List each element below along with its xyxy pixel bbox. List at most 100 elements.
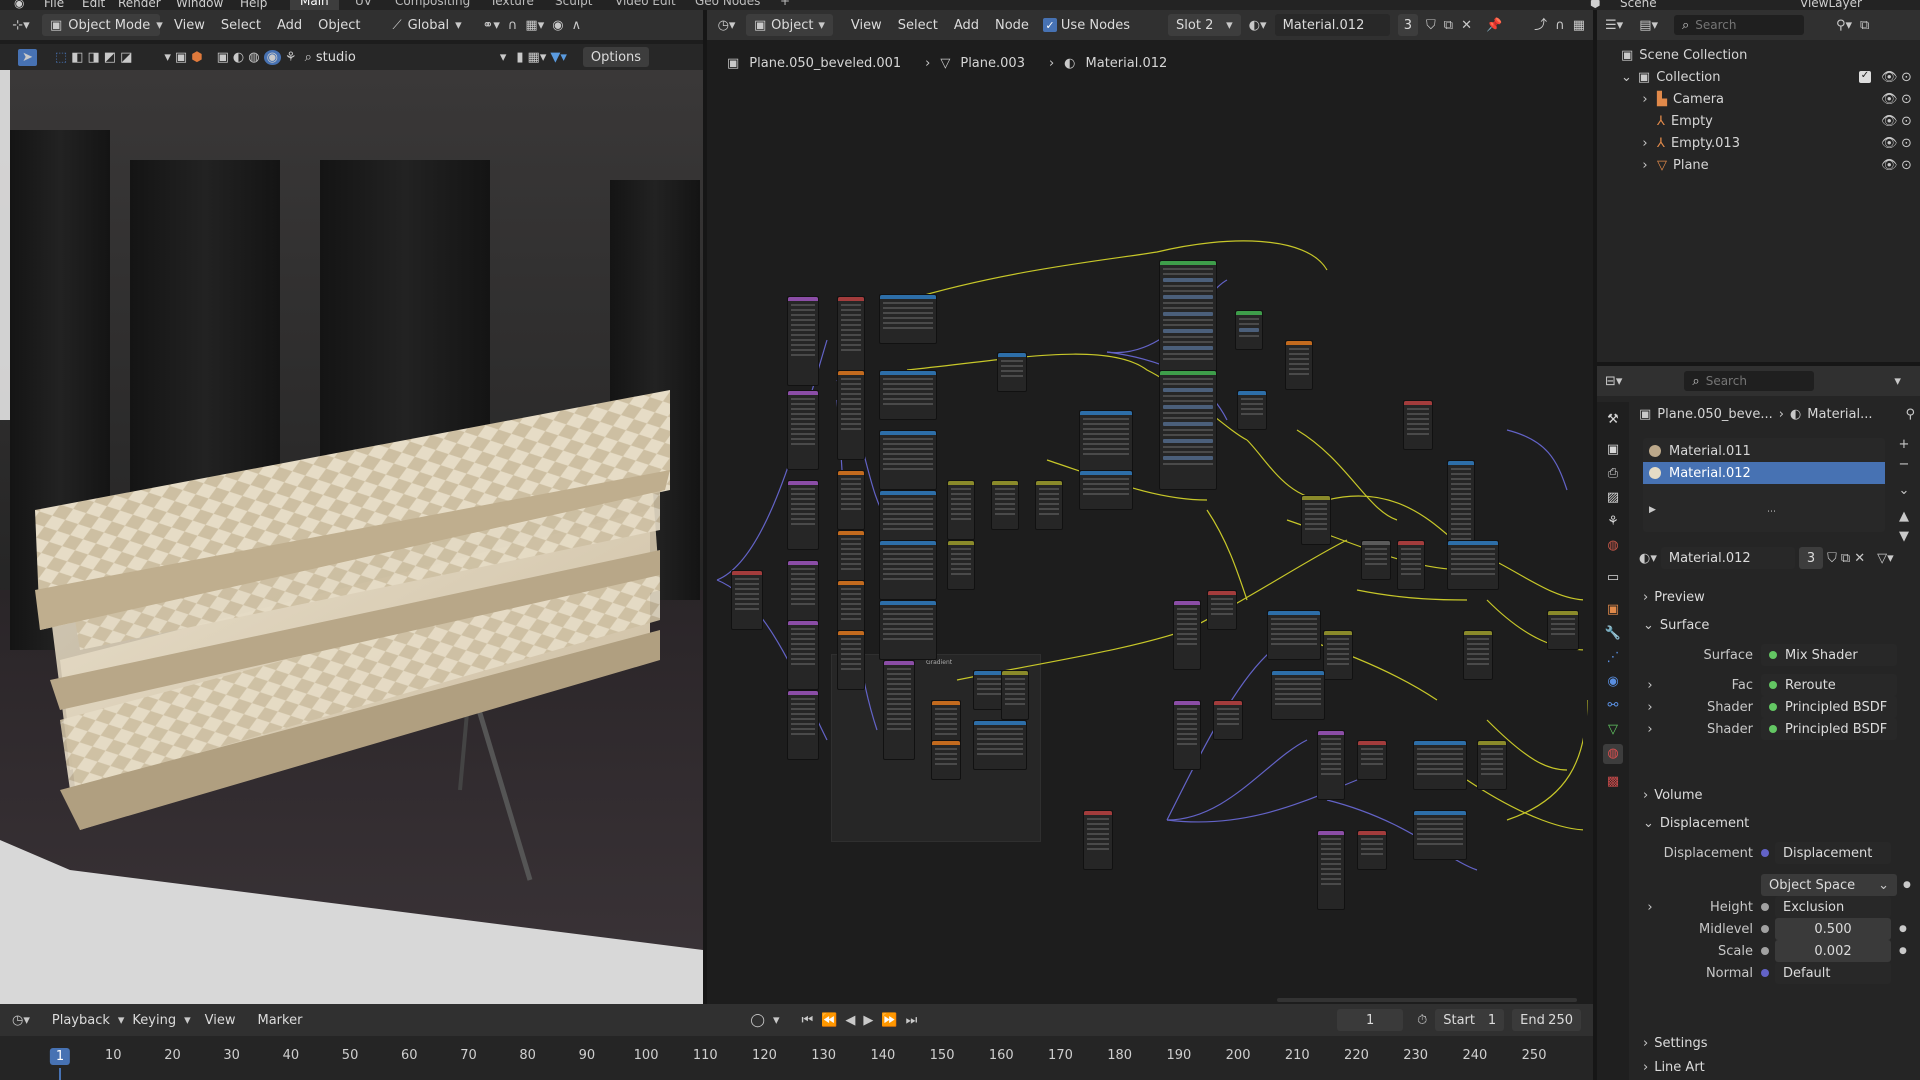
select-extend-icon[interactable]: ◧ bbox=[71, 51, 83, 64]
shader-node[interactable] bbox=[947, 540, 975, 590]
xray-icon[interactable]: ▣ bbox=[217, 51, 229, 64]
outliner-search-input[interactable] bbox=[1695, 18, 1786, 32]
outliner-item[interactable]: › ▽ Plane 👁 ⊙ bbox=[1597, 154, 1920, 176]
eye-icon[interactable]: 👁 bbox=[1881, 137, 1898, 150]
chevron-right-icon[interactable]: › bbox=[1643, 701, 1657, 714]
menu-render[interactable]: Render bbox=[118, 0, 161, 10]
shader-node[interactable] bbox=[1301, 495, 1331, 545]
shader-node[interactable] bbox=[837, 470, 865, 530]
move-up-icon[interactable]: ▲ bbox=[1893, 510, 1915, 530]
shader-node[interactable] bbox=[879, 430, 937, 490]
chevron-right-icon[interactable]: › bbox=[1639, 137, 1651, 150]
camera-render-icon[interactable]: ⊙ bbox=[1901, 159, 1912, 172]
current-frame-field[interactable]: 1 bbox=[1337, 1009, 1404, 1031]
rendered-shading-icon[interactable]: ◍ bbox=[248, 51, 259, 64]
section-line-art[interactable]: › Line Art bbox=[1643, 1056, 1915, 1078]
menu-file[interactable]: File bbox=[44, 0, 64, 10]
shader-node[interactable] bbox=[879, 540, 937, 600]
pivot-icon[interactable]: ⚭▾ bbox=[482, 19, 499, 32]
shader-node[interactable] bbox=[879, 370, 937, 420]
shader-node[interactable] bbox=[1173, 700, 1201, 770]
shader-node[interactable] bbox=[879, 600, 937, 660]
select-box-icon[interactable]: ⬚ bbox=[55, 51, 67, 64]
timeline-editor-icon[interactable]: ◷▾ bbox=[12, 1014, 30, 1027]
tab-sculpt[interactable]: Sculpt bbox=[545, 0, 602, 10]
shader-node[interactable] bbox=[1237, 390, 1267, 430]
select-intersect-icon[interactable]: ◪ bbox=[120, 51, 132, 64]
tab-compositing[interactable]: Compositing bbox=[385, 0, 480, 10]
shader-node[interactable] bbox=[879, 294, 937, 344]
new-collection-icon[interactable]: ⧉ bbox=[1860, 19, 1869, 32]
chevron-down-icon[interactable]: ▾ bbox=[773, 1014, 780, 1027]
overlay-icon[interactable]: ◉ bbox=[263, 49, 281, 65]
shader-node[interactable] bbox=[1285, 340, 1313, 390]
keyframe-dot-icon[interactable]: ● bbox=[1899, 924, 1907, 934]
outliner-collection[interactable]: ⌄ ▣ Collection ✓ 👁 ⊙ bbox=[1597, 66, 1920, 88]
snap-icon[interactable]: ∩ bbox=[1555, 19, 1565, 32]
menu-object[interactable]: Object bbox=[318, 18, 360, 33]
duplicate-material-icon[interactable]: ⧉ bbox=[1444, 19, 1453, 32]
shader-node[interactable] bbox=[1323, 630, 1353, 680]
camera-render-icon[interactable]: ⊙ bbox=[1901, 115, 1912, 128]
particles-tab-icon[interactable]: ⋰ bbox=[1603, 648, 1623, 668]
bookmark-icon[interactable]: ▮ bbox=[516, 51, 523, 64]
surface-shader-field[interactable]: Mix Shader bbox=[1761, 644, 1897, 666]
material-tab-icon[interactable]: ◍ bbox=[1603, 744, 1623, 764]
node-tree-icon[interactable]: ▽▾ bbox=[1877, 552, 1894, 565]
duplicate-material-icon[interactable]: ⧉ bbox=[1841, 552, 1850, 565]
snap-grid-icon[interactable]: ▦▾ bbox=[525, 19, 544, 32]
eye-icon[interactable]: 👁 bbox=[1881, 93, 1898, 106]
select-invert-icon[interactable]: ◩ bbox=[104, 51, 116, 64]
normal-input-field[interactable]: Default bbox=[1775, 962, 1891, 984]
timeline-ruler[interactable]: 1 10 20 30 40 50 60 70 80 90 100 110 120 130 140 150 160… bbox=[0, 1036, 1593, 1080]
shader-node[interactable] bbox=[1159, 370, 1217, 490]
shader-node[interactable] bbox=[1213, 700, 1243, 740]
section-volume[interactable]: › Volume bbox=[1643, 784, 1915, 806]
menu-keying[interactable]: Keying bbox=[132, 1013, 176, 1028]
view-layer-tab-icon[interactable]: ▨ bbox=[1603, 488, 1623, 508]
shader-node[interactable] bbox=[1357, 740, 1387, 780]
object-tab-icon[interactable]: ▣ bbox=[1603, 600, 1623, 620]
midlevel-field[interactable]: 0.500 bbox=[1775, 918, 1891, 940]
shader-node[interactable] bbox=[1463, 630, 1493, 680]
outliner-search-field[interactable]: ⌕ bbox=[1674, 15, 1804, 35]
collection-tab-icon[interactable]: ▭ bbox=[1603, 568, 1623, 588]
unlink-icon[interactable]: ✕ bbox=[1854, 552, 1865, 565]
shader-editor-icon[interactable]: ◷▾ bbox=[715, 19, 738, 32]
menu-view[interactable]: View bbox=[851, 18, 882, 33]
chevron-down-icon[interactable]: ⌄ bbox=[1893, 484, 1915, 510]
list-resize-handle-icon[interactable]: ⋯ bbox=[1767, 508, 1776, 517]
output-tab-icon[interactable]: ⎙ bbox=[1603, 464, 1623, 484]
display-mode-icon[interactable]: ▤▾ bbox=[1639, 19, 1658, 32]
pin-icon[interactable]: ⚲ bbox=[1905, 408, 1915, 421]
menu-playback[interactable]: Playback bbox=[52, 1013, 110, 1028]
falloff-icon[interactable]: ∧ bbox=[572, 19, 582, 32]
section-displacement[interactable]: ⌄ Displacement bbox=[1643, 812, 1915, 834]
outliner-scene-collection[interactable]: ▣ Scene Collection bbox=[1597, 44, 1920, 66]
outliner-item[interactable]: › ⅄ Empty.013 👁 ⊙ bbox=[1597, 132, 1920, 154]
shader-node[interactable] bbox=[1397, 540, 1425, 590]
shader-node[interactable] bbox=[787, 690, 819, 760]
properties-search-input[interactable] bbox=[1705, 374, 1796, 388]
timeline-current-frame-marker[interactable]: 1 bbox=[49, 1048, 71, 1065]
shader-node[interactable] bbox=[1361, 540, 1391, 580]
menu-view[interactable]: View bbox=[205, 1013, 236, 1028]
shader-node[interactable] bbox=[1357, 830, 1387, 870]
expand-triangle-icon[interactable]: ▶ bbox=[1649, 506, 1656, 515]
material-slot-item[interactable]: Material.011 bbox=[1643, 440, 1885, 462]
outliner-item[interactable]: ⅄ Empty 👁 ⊙ bbox=[1597, 110, 1920, 132]
shader-node[interactable] bbox=[787, 480, 819, 550]
tab-geo-nodes[interactable]: Geo Nodes bbox=[685, 0, 770, 10]
physics-tab-icon[interactable]: ◉ bbox=[1603, 672, 1623, 692]
material-name-field[interactable]: Material.012 bbox=[1660, 547, 1795, 569]
scene-tab-icon[interactable]: ⚘ bbox=[1603, 512, 1623, 532]
material-users-count[interactable]: 3 bbox=[1397, 14, 1419, 36]
shader-node[interactable] bbox=[787, 620, 819, 690]
view-layer-name[interactable]: ViewLayer bbox=[1800, 0, 1862, 10]
blender-logo-icon[interactable]: ◉ bbox=[14, 0, 24, 10]
texture-tab-icon[interactable]: ▩ bbox=[1603, 772, 1623, 792]
pin-icon[interactable]: 📌 bbox=[1486, 19, 1502, 32]
outliner-item[interactable]: › ▙ Camera 👁 ⊙ bbox=[1597, 88, 1920, 110]
menu-select[interactable]: Select bbox=[221, 18, 261, 33]
unlink-icon[interactable]: ✕ bbox=[1461, 19, 1472, 32]
